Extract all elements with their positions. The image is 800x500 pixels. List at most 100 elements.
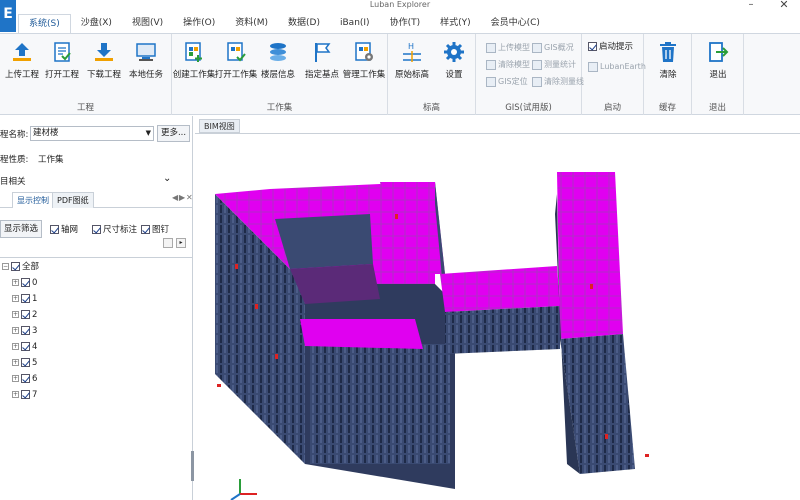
upload-project-button[interactable]: 上传工程 <box>0 40 44 80</box>
dimension-checkbox[interactable]: 尺寸标注 <box>92 223 137 235</box>
title-bar: Luban Explorer – ✕ <box>0 0 800 14</box>
menu-tab-collab[interactable]: 协作(T) <box>380 14 431 33</box>
gis-clear-model-button[interactable]: 清除模型 <box>486 57 530 72</box>
exit-label: 退出 <box>709 70 727 80</box>
exit-button[interactable]: 退出 <box>696 40 740 80</box>
expand-toggle-icon[interactable]: + <box>12 279 19 286</box>
tree-node[interactable]: +2 <box>12 308 37 322</box>
create-workset-button[interactable]: 创建工作集 <box>172 40 216 80</box>
checkbox-icon <box>141 225 150 234</box>
open-workset-button[interactable]: 打开工作集 <box>214 40 258 80</box>
locate-icon <box>486 76 496 87</box>
tree-node[interactable]: +7 <box>12 388 37 402</box>
courtyard-slab <box>300 319 423 349</box>
settings-button[interactable]: 设置 <box>432 40 476 80</box>
create-workset-icon <box>185 42 202 62</box>
tab-pdf-drawings[interactable]: PDF图纸 <box>52 192 94 208</box>
checkbox-icon[interactable] <box>21 294 30 303</box>
open-workset-icon <box>227 42 246 62</box>
menu-tab-data[interactable]: 数据(D) <box>278 14 330 33</box>
local-task-icon <box>136 43 156 61</box>
menu-tab-member[interactable]: 会员中心(C) <box>481 14 550 33</box>
clear-cache-button[interactable]: 清除 <box>646 40 690 80</box>
gis-overview-button[interactable]: GIS概况 <box>532 40 574 55</box>
checkbox-icon[interactable] <box>21 278 30 287</box>
tab-next-icon[interactable]: ▶ <box>179 193 185 202</box>
tab-close-icon[interactable]: ✕ <box>186 193 193 202</box>
ribbon-group-exit: 退出 退出 <box>692 34 744 115</box>
gis-locate-button[interactable]: GIS定位 <box>486 74 528 89</box>
app-logo[interactable]: E <box>0 0 16 32</box>
grid-checkbox[interactable]: 轴网 <box>50 223 78 235</box>
manage-workset-button[interactable]: 管理工作集 <box>342 40 386 80</box>
menu-tab-sandbox[interactable]: 沙盘(X) <box>71 14 122 33</box>
expand-toggle-icon[interactable]: + <box>12 375 19 382</box>
startup-tip-checkbox[interactable]: 启动提示 <box>588 40 633 52</box>
tree-node[interactable]: +4 <box>12 340 37 354</box>
expand-toggle-icon[interactable]: + <box>12 327 19 334</box>
checkbox-icon[interactable] <box>21 326 30 335</box>
bim-3d-viewport[interactable] <box>195 133 800 500</box>
expand-toggle-icon[interactable]: + <box>12 343 19 350</box>
expand-button[interactable]: ▸ <box>176 238 186 248</box>
tree-node-root[interactable]: − 全部 <box>2 260 39 274</box>
pin-checkbox[interactable]: 图钉 <box>141 223 169 235</box>
minimize-button[interactable]: – <box>744 0 758 12</box>
menu-tab-view[interactable]: 视图(V) <box>122 14 173 33</box>
tree-node[interactable]: +3 <box>12 324 37 338</box>
menu-tab-operation[interactable]: 操作(O) <box>173 14 225 33</box>
overview-icon <box>532 42 542 53</box>
more-button[interactable]: 更多... <box>157 125 190 142</box>
project-name-select[interactable]: 建材楼 ▼ <box>30 126 154 141</box>
menu-tab-materials[interactable]: 资料(M) <box>225 14 278 33</box>
tab-prev-icon[interactable]: ◀ <box>172 193 178 202</box>
checkbox-icon[interactable] <box>21 310 30 319</box>
tree-node[interactable]: +0 <box>12 276 37 290</box>
panel-splitter[interactable] <box>191 451 194 481</box>
menu-tab-iban[interactable]: iBan(I) <box>330 14 380 33</box>
expand-toggle-icon[interactable]: + <box>12 311 19 318</box>
checkbox-icon[interactable] <box>21 374 30 383</box>
download-project-button[interactable]: 下载工程 <box>82 40 126 80</box>
expand-toggle-icon[interactable]: + <box>12 295 19 302</box>
tree-node[interactable]: +5 <box>12 356 37 370</box>
checkbox-icon[interactable] <box>11 262 20 271</box>
floor-info-button[interactable]: 楼层信息 <box>256 40 300 80</box>
expand-toggle-icon[interactable]: + <box>12 391 19 398</box>
window-title: Luban Explorer <box>369 0 431 9</box>
set-basepoint-button[interactable]: 指定基点 <box>300 40 344 80</box>
tree-node[interactable]: +1 <box>12 292 37 306</box>
upload-project-label: 上传工程 <box>4 70 39 80</box>
checkbox-icon[interactable] <box>21 390 30 399</box>
open-workset-label: 打开工作集 <box>214 70 258 80</box>
close-button[interactable]: ✕ <box>772 0 796 12</box>
tab-bim-view[interactable]: BIM视图 <box>199 119 240 133</box>
ribbon-group-startup: 启动提示 LubanEarth 启动 <box>582 34 646 115</box>
gis-locate-label: GIS定位 <box>498 77 528 86</box>
checkbox-icon[interactable] <box>21 342 30 351</box>
option-button[interactable] <box>163 238 173 248</box>
project-nature-value: 工作集 <box>38 155 64 165</box>
gis-measure-stats-button[interactable]: 测量统计 <box>532 57 576 72</box>
building-model[interactable] <box>195 134 800 500</box>
download-project-label: 下载工程 <box>86 70 121 80</box>
svg-text:H: H <box>408 42 414 51</box>
gis-clear-measure-button[interactable]: 清除测量线 <box>532 74 584 89</box>
collapse-toggle-icon[interactable]: − <box>2 263 9 270</box>
connector-bridge-roof <box>440 266 560 312</box>
floor-tree: − 全部 +0 +1 +2 +3 +4 +5 +6 +7 <box>0 257 193 500</box>
menu-tab-style[interactable]: 样式(Y) <box>430 14 481 33</box>
display-filter-button[interactable]: 显示筛选 <box>0 220 42 238</box>
checkbox-icon[interactable] <box>21 358 30 367</box>
tab-display-control[interactable]: 显示控制 <box>12 192 54 208</box>
gis-upload-model-button[interactable]: 上传模型 <box>486 40 530 55</box>
menu-tab-system[interactable]: 系统(S) <box>18 14 71 33</box>
original-elevation-button[interactable]: H 原始标高 <box>390 40 434 80</box>
ribbon-group-cache: 清除 缓存 <box>644 34 692 115</box>
collapse-icon[interactable]: ⌄ <box>163 173 171 184</box>
expand-toggle-icon[interactable]: + <box>12 359 19 366</box>
luban-earth-button[interactable]: LubanEarth <box>588 59 646 74</box>
local-task-button[interactable]: 本地任务 <box>124 40 168 80</box>
open-project-button[interactable]: 打开工程 <box>40 40 84 80</box>
tree-node[interactable]: +6 <box>12 372 37 386</box>
